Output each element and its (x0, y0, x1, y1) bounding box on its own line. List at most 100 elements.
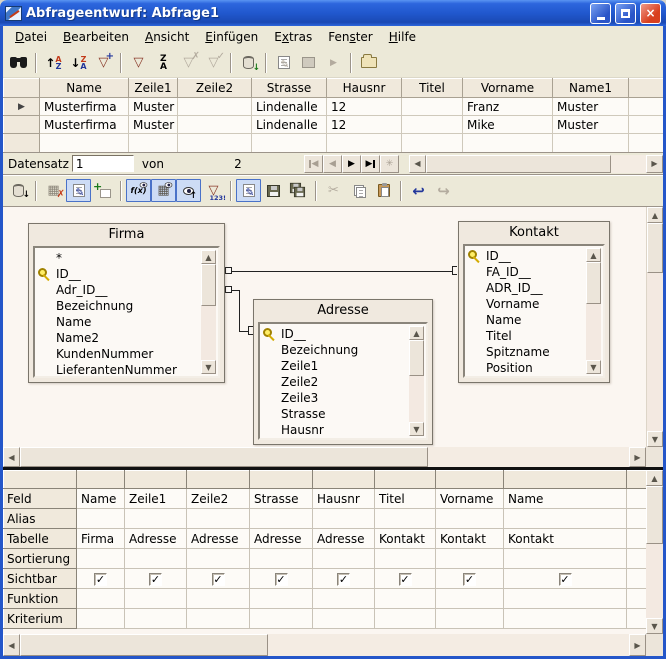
cell[interactable] (313, 549, 375, 569)
menu-bearbeiten[interactable]: Bearbeiten (55, 28, 137, 46)
cell[interactable]: Kontakt (504, 529, 627, 549)
show-functions-button[interactable]: f(x) (126, 179, 151, 202)
filter-button[interactable]: ▽ (126, 51, 151, 74)
row-selector[interactable] (4, 116, 40, 134)
field-item[interactable]: Name2 (35, 330, 218, 346)
scrollbar-thumb[interactable] (20, 634, 268, 656)
cell[interactable] (463, 134, 553, 153)
scrollbar-track[interactable] (647, 273, 663, 431)
sort-data-button[interactable]: ↓ (6, 179, 31, 202)
cell[interactable]: Hausnr (313, 489, 375, 509)
column-selector[interactable] (504, 471, 627, 489)
filter-values-button[interactable]: ▽123! (201, 179, 226, 202)
field-item[interactable]: * (35, 250, 218, 266)
close-button[interactable]: × (640, 3, 661, 24)
cell[interactable] (327, 134, 402, 153)
menu-datei[interactable]: Datei (7, 28, 55, 46)
table-box-firma[interactable]: Firma * ID__ Adr_ID__ Bezeichnung Name N… (28, 223, 225, 383)
column-selector[interactable] (313, 471, 375, 489)
scroll-up-icon[interactable]: ▲ (409, 326, 424, 340)
copy-button[interactable] (346, 179, 371, 202)
field-item[interactable]: LieferantenNummer (35, 362, 218, 378)
field-list-scrollbar[interactable]: ▲ ▼ (201, 250, 216, 374)
cell[interactable] (436, 509, 504, 529)
show-table-row-button[interactable]: ▦ (151, 179, 176, 202)
column-header[interactable]: Strasse (252, 79, 327, 98)
scrollbar-track[interactable] (409, 376, 424, 422)
refresh-data-button[interactable]: ↓ (236, 51, 261, 74)
table-title[interactable]: Firma (29, 224, 224, 246)
relation-line[interactable] (239, 290, 240, 332)
field-list-scrollbar[interactable]: ▲ ▼ (409, 326, 424, 436)
briefcase-button[interactable] (356, 51, 381, 74)
last-record-button[interactable]: ▶ (361, 155, 380, 173)
scrollbar-track[interactable] (611, 155, 646, 173)
column-selector[interactable] (187, 471, 250, 489)
field-item[interactable]: Zeile3 (260, 390, 426, 406)
field-item[interactable]: Bezeichnung (260, 342, 426, 358)
field-item[interactable]: Name (465, 312, 603, 328)
cell[interactable] (77, 549, 125, 569)
record-number-input[interactable]: 1 (72, 155, 134, 172)
table-title[interactable]: Kontakt (459, 222, 609, 244)
cell[interactable] (375, 589, 436, 609)
scroll-down-icon[interactable]: ▼ (646, 618, 663, 634)
cell[interactable] (178, 116, 252, 134)
visible-checkbox[interactable]: ✓ (149, 573, 162, 586)
row-selector[interactable] (4, 134, 40, 153)
cell[interactable] (187, 509, 250, 529)
edit-mode-button[interactable]: ✎ (236, 179, 261, 202)
filter-add-button[interactable]: ▽+ (91, 51, 116, 74)
cell[interactable]: Adresse (125, 529, 187, 549)
scrollbar-thumb[interactable] (409, 340, 424, 376)
cell[interactable] (77, 589, 125, 609)
field-item[interactable]: ID__ (465, 248, 603, 264)
scroll-down-icon[interactable]: ▼ (586, 360, 601, 374)
cell[interactable]: Kontakt (375, 529, 436, 549)
field-item[interactable]: FA_ID__ (465, 264, 603, 280)
cell[interactable] (504, 549, 627, 569)
cell[interactable] (553, 134, 629, 153)
cell[interactable] (436, 589, 504, 609)
sort-descending-button[interactable]: ↓ZA (66, 51, 91, 74)
visible-checkbox[interactable]: ✓ (399, 573, 412, 586)
undo-button[interactable]: ↩ (406, 179, 431, 202)
add-table-button[interactable]: + (91, 179, 116, 202)
scrollbar-track[interactable] (201, 306, 216, 360)
field-list-scrollbar[interactable]: ▲ ▼ (586, 248, 601, 374)
next-record-button[interactable]: ▶ (342, 155, 361, 173)
menu-ansicht[interactable]: Ansicht (137, 28, 197, 46)
column-selector[interactable] (125, 471, 187, 489)
field-item[interactable]: Hausnr (260, 422, 426, 438)
delete-row-button[interactable]: ▦✗ (41, 179, 66, 202)
column-header[interactable]: Hausnr (327, 79, 402, 98)
cell[interactable] (504, 609, 627, 629)
visible-checkbox[interactable]: ✓ (94, 573, 107, 586)
column-header[interactable]: Titel (402, 79, 463, 98)
cell[interactable] (313, 609, 375, 629)
cell[interactable]: Name (77, 489, 125, 509)
field-item[interactable]: KundenNummer (35, 346, 218, 362)
column-header[interactable]: Name (40, 79, 129, 98)
filter-remove-button[interactable]: ▽✗ (176, 51, 201, 74)
cell[interactable] (375, 509, 436, 529)
paste-button[interactable] (371, 179, 396, 202)
scroll-down-icon[interactable]: ▼ (201, 360, 216, 374)
design-hscrollbar[interactable]: ◀ ▶ (3, 447, 663, 467)
column-selector[interactable] (77, 471, 125, 489)
cell[interactable] (125, 549, 187, 569)
scrollbar-thumb[interactable] (646, 486, 663, 544)
scrollbar-thumb[interactable] (20, 447, 428, 467)
cell[interactable]: Adresse (250, 529, 313, 549)
cell[interactable] (313, 509, 375, 529)
column-selector[interactable] (375, 471, 436, 489)
field-item[interactable]: Zeile1 (260, 358, 426, 374)
cell[interactable]: Lindenalle (252, 98, 327, 116)
scroll-right-icon[interactable]: ▶ (629, 634, 646, 656)
cell[interactable] (402, 98, 463, 116)
menu-extras[interactable]: Extras (266, 28, 320, 46)
scrollbar-thumb[interactable] (586, 262, 601, 304)
cell[interactable]: Adresse (187, 529, 250, 549)
sort-ascending-button[interactable]: ↑AZ (41, 51, 66, 74)
visible-checkbox[interactable]: ✓ (212, 573, 225, 586)
